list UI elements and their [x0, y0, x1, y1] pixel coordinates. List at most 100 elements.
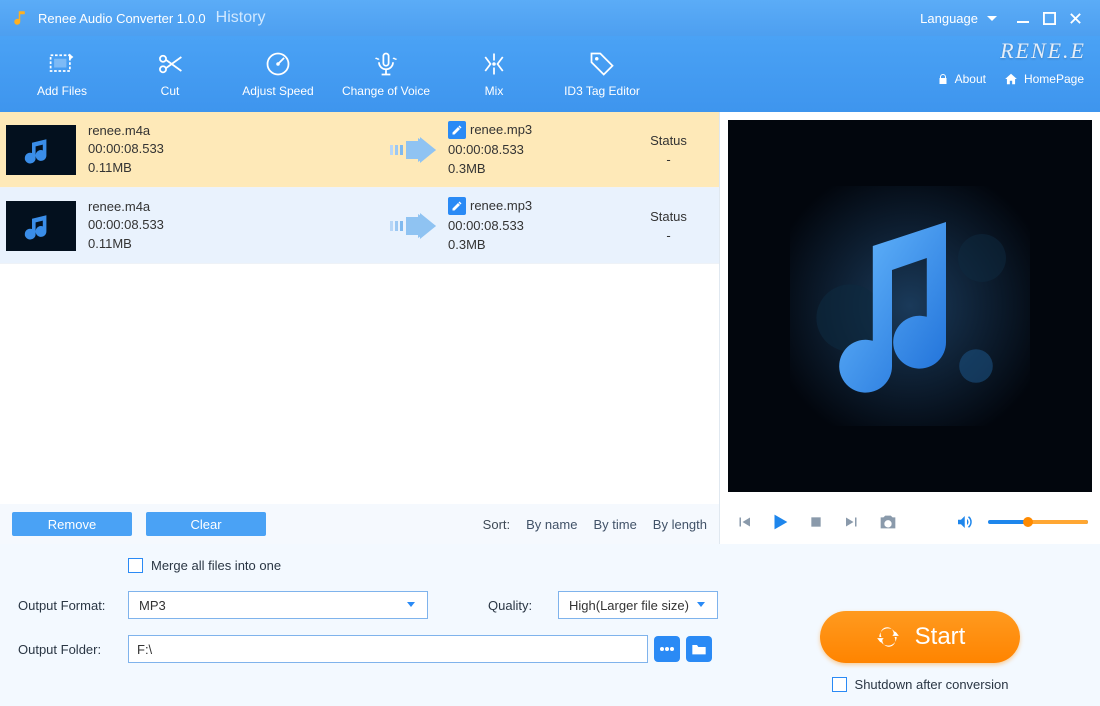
- music-note-graphic: [790, 186, 1030, 426]
- output-size: 0.3MB: [448, 236, 628, 254]
- brand-logo: RENE.E: [937, 38, 1086, 64]
- output-name: renee.mp3: [470, 197, 532, 215]
- status-column: Status -: [628, 133, 709, 167]
- source-name: renee.m4a: [88, 122, 388, 140]
- source-info: renee.m4a 00:00:08.533 0.11MB: [88, 198, 388, 253]
- toolbar-label: Adjust Speed: [242, 84, 313, 98]
- file-thumbnail: [6, 201, 76, 251]
- status-header: Status: [628, 209, 709, 224]
- mixer-icon: [480, 50, 508, 78]
- add-files-button[interactable]: Add Files: [8, 36, 116, 112]
- lock-icon: [937, 73, 949, 85]
- change-of-voice-button[interactable]: Change of Voice: [332, 36, 440, 112]
- remove-button[interactable]: Remove: [12, 512, 132, 536]
- preview-panel: [728, 120, 1092, 492]
- toolbar-label: Add Files: [37, 84, 87, 98]
- logo-block: RENE.E About HomePage: [937, 36, 1094, 86]
- output-name: renee.mp3: [470, 121, 532, 139]
- sort-by-length[interactable]: By length: [653, 517, 707, 532]
- more-button[interactable]: [654, 636, 680, 662]
- player-controls: [720, 500, 1100, 544]
- close-button[interactable]: [1062, 8, 1088, 28]
- titlebar: Renee Audio Converter 1.0.0 History Lang…: [0, 0, 1100, 36]
- edit-output-name-button[interactable]: [448, 197, 466, 215]
- output-duration: 00:00:08.533: [448, 217, 628, 235]
- refresh-icon: [875, 624, 901, 650]
- output-format-label: Output Format:: [18, 598, 128, 613]
- bottom-panel: Merge all files into one Output Format: …: [0, 544, 1100, 706]
- film-add-icon: [48, 50, 76, 78]
- output-size: 0.3MB: [448, 160, 628, 178]
- toolbar-label: Change of Voice: [342, 84, 430, 98]
- source-size: 0.11MB: [88, 235, 388, 253]
- browse-folder-button[interactable]: [686, 636, 712, 662]
- about-link[interactable]: About: [937, 72, 986, 86]
- source-size: 0.11MB: [88, 159, 388, 177]
- app-icon: [12, 9, 30, 27]
- merge-checkbox[interactable]: [128, 558, 143, 573]
- sort-by-name[interactable]: By name: [526, 517, 577, 532]
- status-value: -: [628, 152, 709, 167]
- minimize-button[interactable]: [1010, 8, 1036, 28]
- app-title: Renee Audio Converter 1.0.0: [38, 11, 206, 26]
- sort-by-time[interactable]: By time: [593, 517, 636, 532]
- arrow-icon: [388, 213, 448, 239]
- status-header: Status: [628, 133, 709, 148]
- file-list: renee.m4a 00:00:08.533 0.11MB renee.mp3 …: [0, 112, 719, 504]
- quality-label: Quality:: [488, 598, 558, 613]
- language-menu[interactable]: Language: [920, 11, 998, 26]
- source-duration: 00:00:08.533: [88, 140, 388, 158]
- snapshot-button[interactable]: [876, 510, 900, 534]
- file-row[interactable]: renee.m4a 00:00:08.533 0.11MB renee.mp3 …: [0, 188, 719, 264]
- output-format-select[interactable]: MP3: [128, 591, 428, 619]
- start-label: Start: [915, 623, 966, 651]
- shutdown-checkbox[interactable]: [832, 677, 847, 692]
- play-button[interactable]: [768, 510, 792, 534]
- shutdown-label: Shutdown after conversion: [855, 677, 1009, 692]
- output-info: renee.mp3 00:00:08.533 0.3MB: [448, 197, 628, 254]
- start-button[interactable]: Start: [820, 611, 1020, 663]
- merge-label: Merge all files into one: [151, 558, 281, 573]
- quality-select[interactable]: High(Larger file size): [558, 591, 718, 619]
- source-info: renee.m4a 00:00:08.533 0.11MB: [88, 122, 388, 177]
- home-icon: [1004, 72, 1018, 86]
- source-name: renee.m4a: [88, 198, 388, 216]
- status-value: -: [628, 228, 709, 243]
- list-actions-bar: Remove Clear Sort: By name By time By le…: [0, 504, 719, 544]
- microphone-icon: [372, 50, 400, 78]
- sort-label: Sort:: [483, 517, 510, 532]
- maximize-button[interactable]: [1036, 8, 1062, 28]
- toolbar-label: ID3 Tag Editor: [564, 84, 640, 98]
- speedometer-icon: [264, 50, 292, 78]
- tag-icon: [588, 50, 616, 78]
- edit-output-name-button[interactable]: [448, 121, 466, 139]
- source-duration: 00:00:08.533: [88, 216, 388, 234]
- language-label: Language: [920, 11, 978, 26]
- volume-icon[interactable]: [952, 510, 976, 534]
- arrow-icon: [388, 137, 448, 163]
- toolbar-label: Cut: [161, 84, 180, 98]
- homepage-link[interactable]: HomePage: [1004, 72, 1084, 86]
- chevron-down-icon: [405, 598, 417, 613]
- toolbar: Add Files Cut Adjust Speed Change of Voi…: [0, 36, 1100, 112]
- toolbar-label: Mix: [485, 84, 504, 98]
- prev-button[interactable]: [732, 510, 756, 534]
- file-row[interactable]: renee.m4a 00:00:08.533 0.11MB renee.mp3 …: [0, 112, 719, 188]
- adjust-speed-button[interactable]: Adjust Speed: [224, 36, 332, 112]
- next-button[interactable]: [840, 510, 864, 534]
- chevron-down-icon: [986, 12, 998, 24]
- cut-button[interactable]: Cut: [116, 36, 224, 112]
- chevron-down-icon: [695, 598, 707, 613]
- mix-button[interactable]: Mix: [440, 36, 548, 112]
- stop-button[interactable]: [804, 510, 828, 534]
- volume-slider[interactable]: [988, 520, 1088, 524]
- output-duration: 00:00:08.533: [448, 141, 628, 159]
- scissors-icon: [156, 50, 184, 78]
- output-info: renee.mp3 00:00:08.533 0.3MB: [448, 121, 628, 178]
- status-column: Status -: [628, 209, 709, 243]
- history-link[interactable]: History: [216, 9, 266, 27]
- file-thumbnail: [6, 125, 76, 175]
- output-folder-input[interactable]: F:\: [128, 635, 648, 663]
- clear-button[interactable]: Clear: [146, 512, 266, 536]
- id3-tag-editor-button[interactable]: ID3 Tag Editor: [548, 36, 656, 112]
